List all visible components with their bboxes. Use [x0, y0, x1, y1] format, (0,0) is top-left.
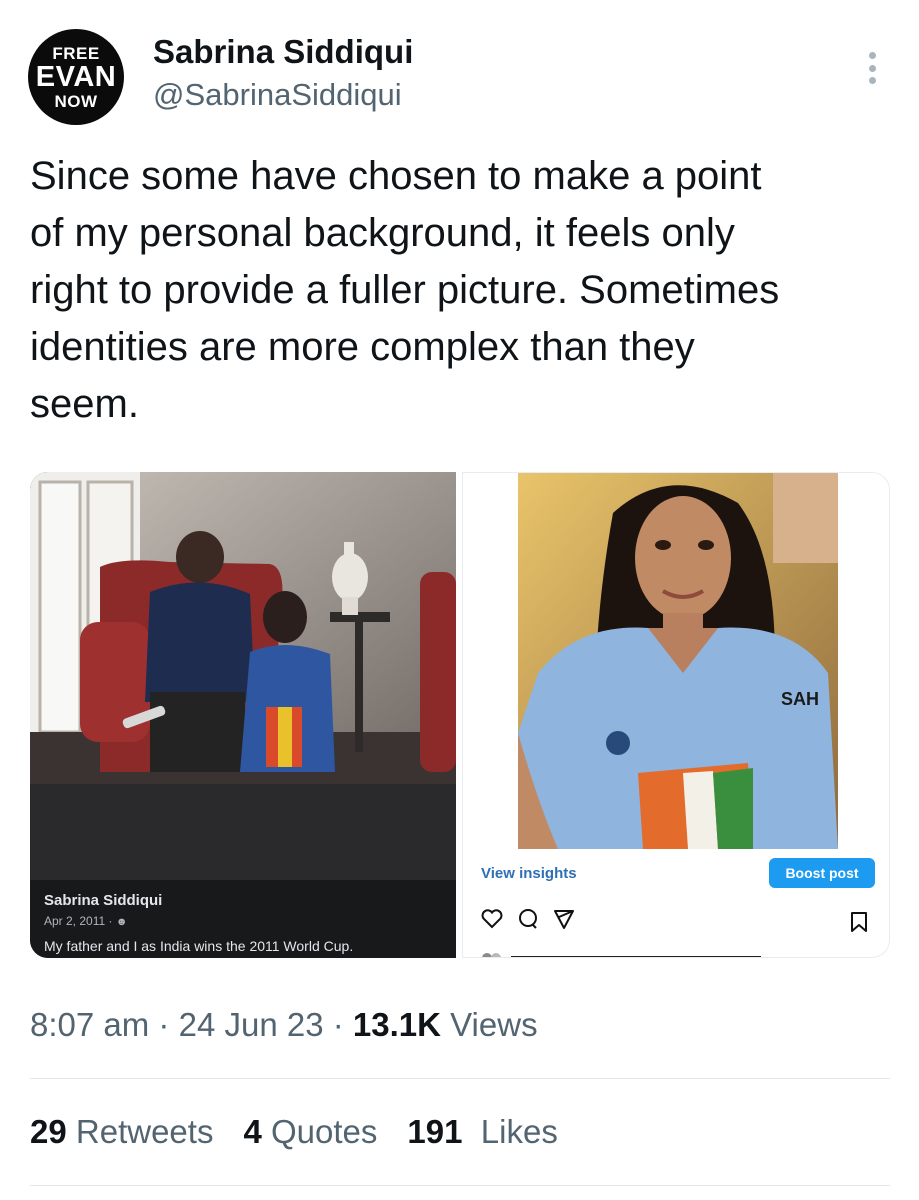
likes-count: 191 [407, 1113, 463, 1150]
tweet-meta: 8:07 am · 24 Jun 23 · 13.1K Views [30, 1006, 538, 1044]
separator-dot: · [158, 1006, 179, 1043]
quotes-label: Quotes [270, 1113, 378, 1150]
avatar-text-line: NOW [54, 91, 98, 111]
comment-icon[interactable] [517, 908, 539, 935]
author-name[interactable]: Sabrina Siddiqui [153, 33, 413, 71]
view-insights-link[interactable]: View insights [481, 865, 577, 882]
avatar-text-line: FREE [52, 43, 100, 63]
author-handle[interactable]: @SabrinaSiddiqui [153, 77, 402, 113]
avatar[interactable]: FREE EVAN NOW [28, 29, 124, 125]
heart-icon[interactable] [481, 908, 503, 934]
separator-dot: · [332, 1006, 353, 1043]
avatar-text-line: EVAN [35, 60, 117, 93]
divider [30, 1185, 890, 1186]
bookmark-icon[interactable] [849, 911, 869, 938]
views-label: Views [450, 1006, 538, 1043]
tweet-date[interactable]: 24 Jun 23 [179, 1006, 324, 1043]
more-options-icon[interactable] [858, 48, 886, 88]
retweets-stat[interactable]: 29 Retweets [30, 1113, 213, 1150]
photo-dark-area [30, 784, 456, 880]
views-count: 13.1K [352, 1006, 441, 1043]
media-grid[interactable]: Sabrina Siddiqui Apr 2, 2011 · ☻ My fath… [30, 472, 890, 958]
divider [30, 1078, 890, 1079]
quotes-stat[interactable]: 4 Quotes [243, 1113, 377, 1150]
post-author-name: Sabrina Siddiqui [44, 892, 163, 909]
boost-post-button[interactable]: Boost post [769, 858, 875, 888]
likes-label: Likes [480, 1113, 558, 1150]
friends-icon: ☻ [115, 916, 128, 928]
tweet-text: Since some have chosen to make a point o… [30, 154, 780, 426]
tweet-time[interactable]: 8:07 am [30, 1006, 149, 1043]
post-actions [481, 908, 575, 935]
liked-by-row [481, 949, 801, 957]
retweets-label: Retweets [75, 1113, 214, 1150]
retweets-count: 29 [30, 1113, 67, 1150]
living-room-photo [30, 472, 456, 784]
selfie-photo: SAH [518, 473, 838, 849]
media-right-image[interactable]: SAH View insights Boost post [462, 472, 890, 958]
shirt-text: SAH [781, 689, 819, 709]
engagement-stats: 29 Retweets 4 Quotes 191 Likes [30, 1113, 558, 1151]
post-date: Apr 2, 2011 · ☻ [44, 914, 127, 928]
likes-stat[interactable]: 191 Likes [407, 1113, 557, 1150]
quotes-count: 4 [243, 1113, 262, 1150]
post-caption: My father and I as India wins the 2011 W… [44, 938, 354, 954]
media-left-image[interactable]: Sabrina Siddiqui Apr 2, 2011 · ☻ My fath… [30, 472, 456, 958]
post-date-text: Apr 2, 2011 · [44, 914, 113, 928]
share-icon[interactable] [553, 908, 575, 935]
